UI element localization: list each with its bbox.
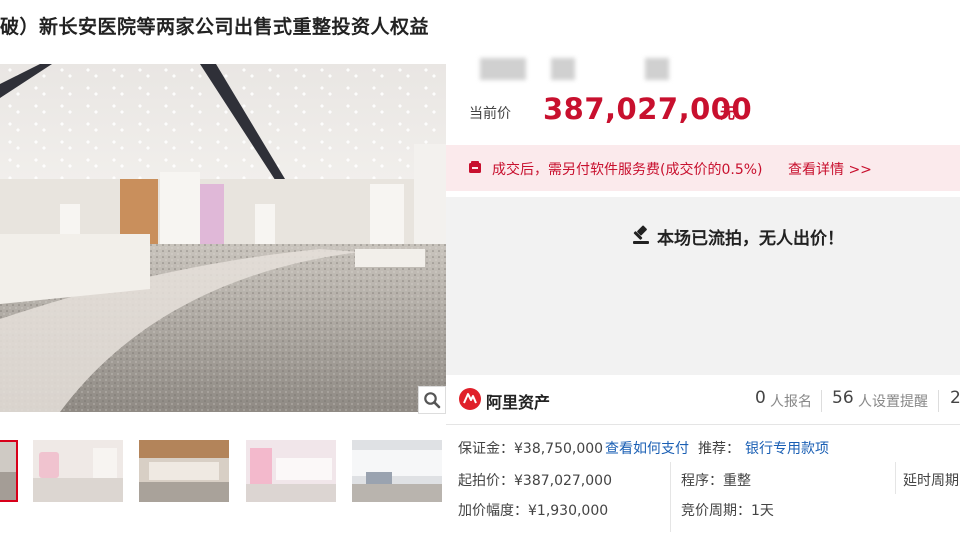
wallet-icon [469,161,481,173]
masked-info [551,58,575,80]
signups-label: 人报名 [770,394,812,410]
signups-count: 0 [755,388,766,408]
delay-cycle-info: 延时周期 [903,473,959,489]
fee-notice-text: 成交后，需另付软件服务费(成交价的0.5%) [492,162,763,178]
brand-name: 阿里资产 [486,393,551,412]
masked-info [480,58,526,80]
bank-funds-link[interactable]: 银行专用款项 [745,438,829,458]
divider [821,390,822,412]
bid-period-info: 竞价周期：1天 [681,503,774,519]
deposit-info: 保证金：¥38,750,000 [458,441,604,457]
page-title: 破）新长安医院等两家公司出售式重整投资人权益 [0,16,430,38]
magnifier-icon [424,392,441,409]
reminders-label: 人设置提醒 [858,394,928,410]
views-count: 2 [950,388,960,408]
increment-info: 加价幅度：¥1,930,000 [458,503,609,519]
zoom-button[interactable] [418,386,446,414]
view-details-link[interactable]: 查看详情 >> [788,159,872,179]
current-price-label: 当前价 [469,106,511,122]
masked-info [645,58,669,80]
how-to-pay-link[interactable]: 查看如何支付 [605,438,689,458]
ali-asset-logo-icon [459,388,481,410]
thumbnail-4[interactable] [246,440,336,502]
start-price-info: 起拍价：¥387,027,000 [458,473,612,489]
thumbnail-3[interactable] [139,440,229,502]
thumbnail-1[interactable] [0,440,18,502]
divider [895,462,896,494]
main-photo[interactable] [0,64,446,412]
current-price-unit: 元 [720,104,736,122]
recommend-label: 推荐： [698,441,740,457]
divider [938,390,939,412]
thumbnail-2[interactable] [33,440,123,502]
thumbnail-5[interactable] [352,440,442,502]
gavel-icon [633,225,649,244]
reminders-count: 56 [832,388,854,408]
auction-status-text: 本场已流拍，无人出价！ [657,229,844,249]
procedure-info: 程序：重整 [681,473,751,489]
divider [670,462,671,532]
divider [446,424,960,425]
